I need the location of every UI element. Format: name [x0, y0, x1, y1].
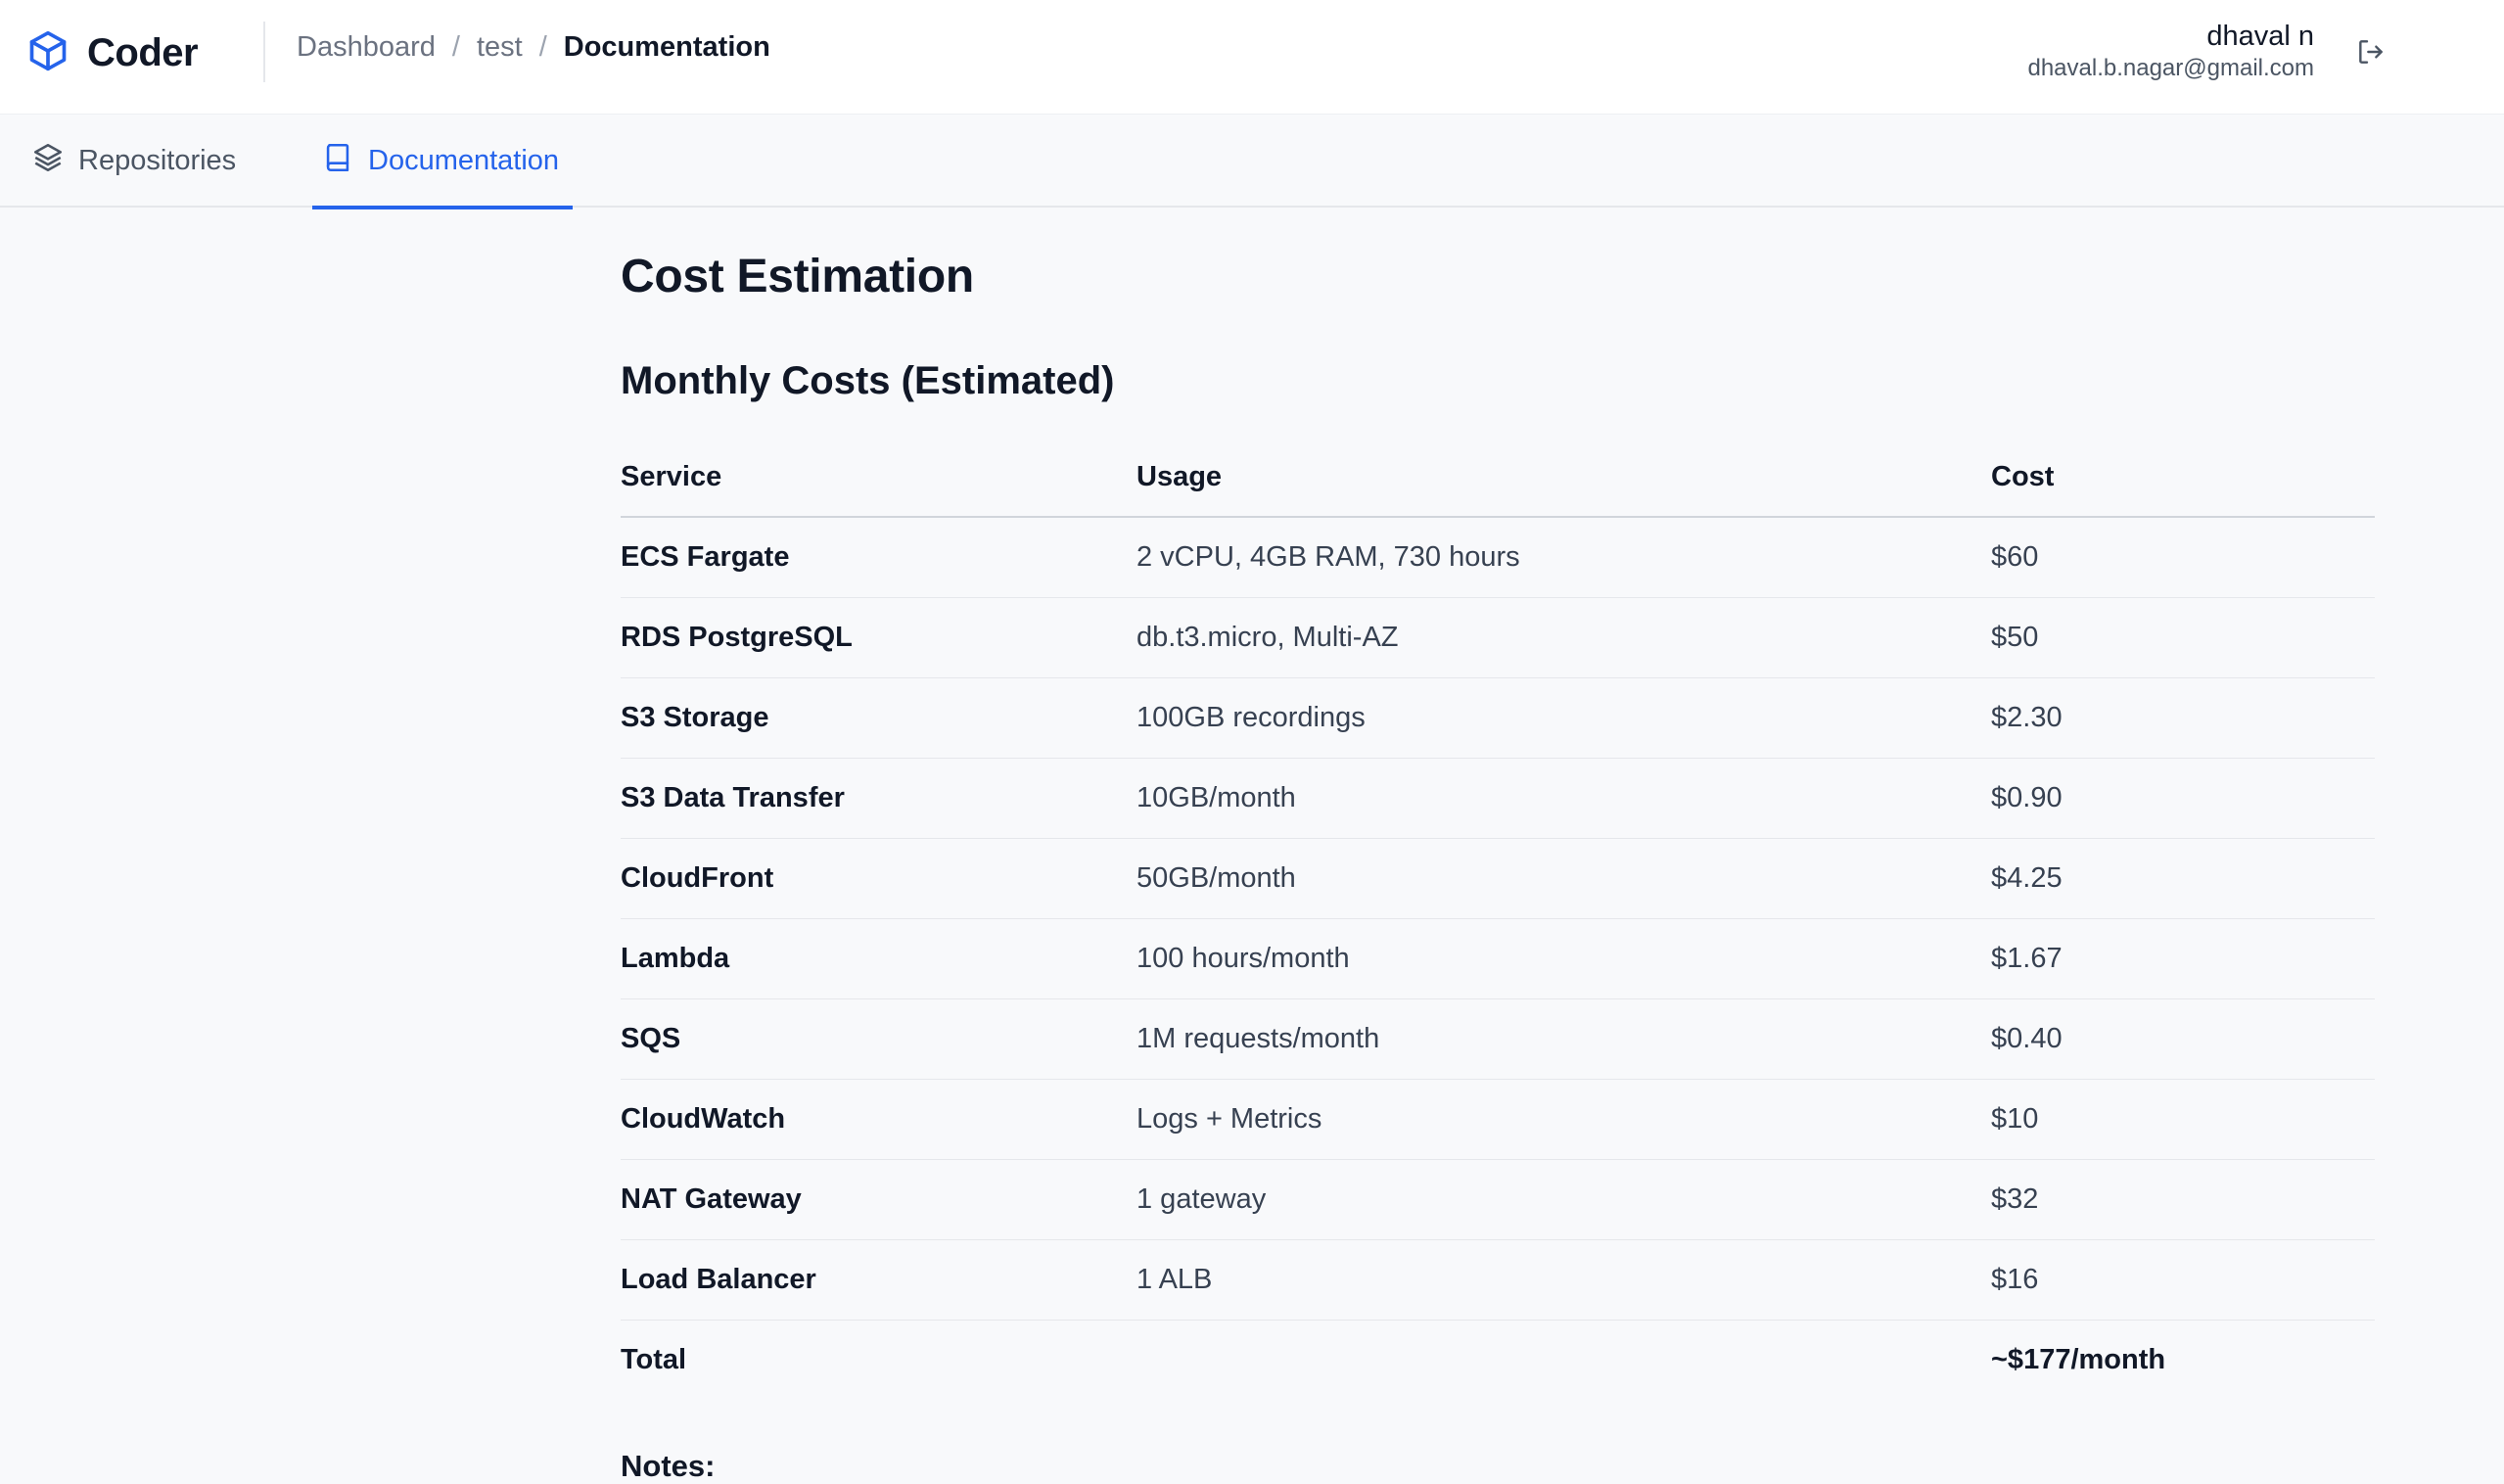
service-cell: NAT Gateway: [621, 1159, 1136, 1240]
table-row: Lambda 100 hours/month $1.67: [621, 918, 2375, 999]
app-name: Coder: [87, 31, 199, 74]
tab-repositories[interactable]: Repositories: [31, 115, 236, 208]
usage-cell: db.t3.micro, Multi-AZ: [1136, 597, 1991, 678]
total-usage: [1136, 1320, 1991, 1400]
cost-cell: $2.30: [1991, 677, 2375, 759]
usage-cell: 100GB recordings: [1136, 677, 1991, 759]
user-info: dhaval n dhaval.b.nagar@gmail.com: [2027, 20, 2314, 84]
service-cell: SQS: [621, 998, 1136, 1080]
breadcrumb-current: Documentation: [563, 31, 770, 63]
service-cell: CloudWatch: [621, 1079, 1136, 1160]
column-header-cost: Cost: [1991, 433, 2375, 518]
service-cell: S3 Data Transfer: [621, 758, 1136, 839]
cost-table: Service Usage Cost ECS Fargate 2 vCPU, 4…: [621, 433, 2375, 1400]
cost-cell: $32: [1991, 1159, 2375, 1240]
cost-cell: $4.25: [1991, 838, 2375, 919]
app-logo[interactable]: Coder: [26, 27, 199, 79]
table-row: SQS 1M requests/month $0.40: [621, 998, 2375, 1080]
usage-cell: 1M requests/month: [1136, 998, 1991, 1080]
layers-icon: [31, 141, 78, 182]
breadcrumb-separator: /: [451, 31, 460, 63]
cube-icon: [26, 27, 70, 79]
tab-label: Documentation: [368, 145, 560, 176]
usage-cell: 100 hours/month: [1136, 918, 1991, 999]
tab-label: Repositories: [78, 145, 237, 176]
page-title: Cost Estimation: [621, 251, 974, 302]
column-header-usage: Usage: [1136, 433, 1991, 518]
table-row: CloudFront 50GB/month $4.25: [621, 838, 2375, 919]
breadcrumb-dashboard[interactable]: Dashboard: [297, 31, 436, 64]
notes-heading: Notes:: [621, 1449, 716, 1483]
cost-cell: $16: [1991, 1239, 2375, 1321]
cost-cell: $60: [1991, 517, 2375, 598]
service-cell: RDS PostgreSQL: [621, 597, 1136, 678]
tab-bar: Repositories Documentation: [0, 115, 2504, 209]
usage-cell: 2 vCPU, 4GB RAM, 730 hours: [1136, 517, 1991, 598]
table-row: CloudWatch Logs + Metrics $10: [621, 1079, 2375, 1160]
usage-cell: 1 ALB: [1136, 1239, 1991, 1321]
tab-documentation[interactable]: Documentation: [312, 115, 573, 209]
table-row: S3 Storage 100GB recordings $2.30: [621, 677, 2375, 759]
service-cell: S3 Storage: [621, 677, 1136, 759]
cost-cell: $50: [1991, 597, 2375, 678]
header-divider: [263, 22, 265, 82]
cost-cell: $1.67: [1991, 918, 2375, 999]
usage-cell: 50GB/month: [1136, 838, 1991, 919]
breadcrumb-separator: /: [538, 31, 547, 63]
service-cell: Load Balancer: [621, 1239, 1136, 1321]
logout-icon[interactable]: [2355, 36, 2387, 68]
table-row: NAT Gateway 1 gateway $32: [621, 1159, 2375, 1240]
section-title: Monthly Costs (Estimated): [621, 359, 1115, 402]
breadcrumb: Dashboard / test / Documentation: [297, 31, 770, 64]
service-cell: ECS Fargate: [621, 517, 1136, 598]
service-cell: Lambda: [621, 918, 1136, 999]
breadcrumb-test[interactable]: test: [477, 31, 523, 64]
cost-cell: $10: [1991, 1079, 2375, 1160]
cost-cell: $0.40: [1991, 998, 2375, 1080]
book-icon: [321, 141, 368, 182]
top-bar: Coder Dashboard / test / Documentation d…: [0, 0, 2504, 115]
active-tab-indicator: [312, 206, 573, 209]
table-row: ECS Fargate 2 vCPU, 4GB RAM, 730 hours $…: [621, 517, 2375, 598]
service-cell: CloudFront: [621, 838, 1136, 919]
user-email: dhaval.b.nagar@gmail.com: [2027, 55, 2314, 81]
table-total-row: Total ~$177/month: [621, 1320, 2375, 1400]
table-row: RDS PostgreSQL db.t3.micro, Multi-AZ $50: [621, 597, 2375, 678]
table-row: Load Balancer 1 ALB $16: [621, 1239, 2375, 1321]
usage-cell: 1 gateway: [1136, 1159, 1991, 1240]
column-header-service: Service: [621, 433, 1136, 518]
usage-cell: 10GB/month: [1136, 758, 1991, 839]
cost-cell: $0.90: [1991, 758, 2375, 839]
usage-cell: Logs + Metrics: [1136, 1079, 1991, 1160]
total-label: Total: [621, 1343, 687, 1375]
table-row: S3 Data Transfer 10GB/month $0.90: [621, 758, 2375, 839]
total-cost: ~$177/month: [1991, 1343, 2166, 1375]
user-name: dhaval n: [2206, 21, 2314, 52]
table-header-row: Service Usage Cost: [621, 433, 2375, 518]
